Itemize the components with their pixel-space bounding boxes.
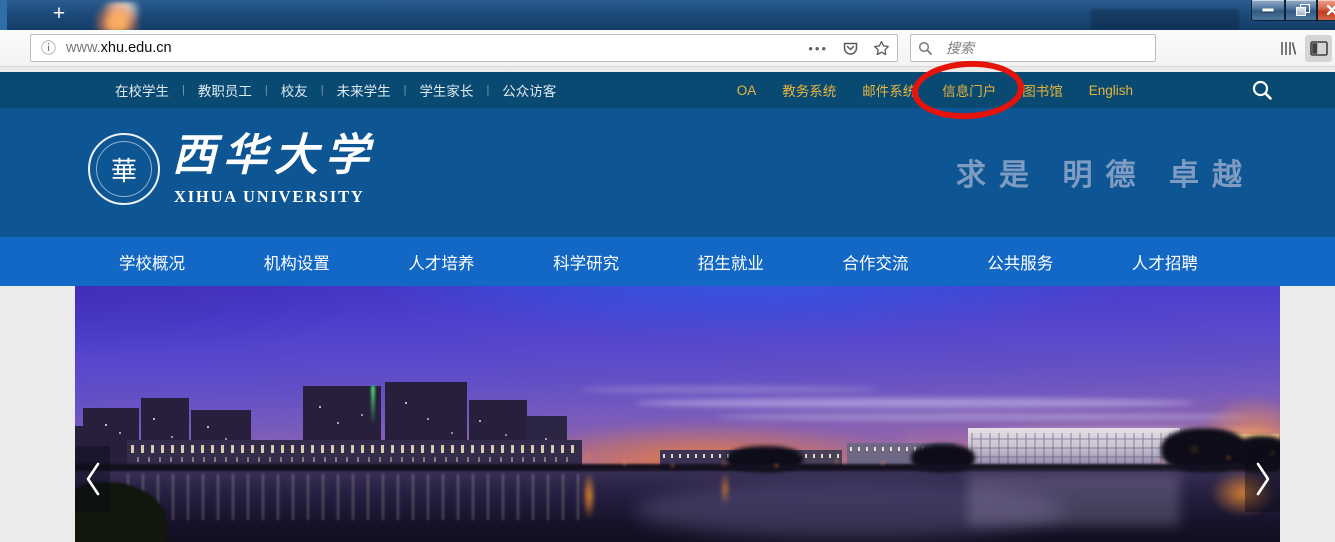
nav-item-admissions[interactable]: 招生就业: [698, 250, 764, 274]
nav-item-research[interactable]: 科学研究: [553, 250, 619, 274]
utility-link-visitors[interactable]: 公众访客: [502, 80, 556, 100]
search-icon: [911, 41, 940, 56]
site-header: 華 西华大学 XIHUA UNIVERSITY 求是 明德 卓越: [0, 108, 1335, 237]
utility-link-mail-system[interactable]: 邮件系统: [862, 80, 916, 100]
utility-link-academic-system[interactable]: 教务系统: [782, 80, 836, 100]
hero-light-reflections: [719, 472, 731, 516]
nav-item-recruitment[interactable]: 人才招聘: [1132, 250, 1198, 274]
utility-link-oa[interactable]: OA: [737, 83, 757, 98]
nav-item-public-service[interactable]: 公共服务: [987, 250, 1053, 274]
site-search-icon[interactable]: [1251, 79, 1273, 101]
aero-glass-shade: [1091, 9, 1239, 30]
site-info-icon[interactable]: ⓘ: [41, 41, 56, 56]
seal-character: 華: [111, 151, 137, 188]
nav-item-education[interactable]: 人才培养: [408, 250, 474, 274]
separator: |: [321, 84, 324, 96]
separator: |: [182, 84, 185, 96]
hero-light-reflections: [127, 474, 582, 520]
pocket-icon[interactable]: [835, 40, 866, 57]
utility-link-english[interactable]: English: [1089, 83, 1133, 98]
carousel-prev-button[interactable]: [75, 446, 110, 512]
minimize-button[interactable]: [1251, 0, 1285, 21]
nav-item-organization[interactable]: 机构设置: [264, 250, 330, 274]
page-actions-icon[interactable]: •••: [801, 41, 835, 56]
utility-nav: 在校学生 | 教职员工 | 校友 | 未来学生 | 学生家长 | 公众访客 OA…: [0, 72, 1335, 108]
browser-search-field[interactable]: 搜索: [910, 34, 1156, 62]
titlebar-accent: [0, 0, 7, 30]
separator: |: [265, 84, 268, 96]
hero-shoreline: [75, 464, 1280, 471]
separator: |: [486, 84, 489, 96]
utility-link-parents[interactable]: 学生家长: [419, 80, 473, 100]
nav-item-cooperation[interactable]: 合作交流: [843, 250, 909, 274]
university-motto: 求是 明德 卓越: [956, 150, 1255, 194]
hero-carousel-image: [75, 286, 1280, 542]
utility-link-prospective-students[interactable]: 未来学生: [337, 80, 391, 100]
firefox-logo-blur: [94, 2, 144, 30]
carousel-next-button[interactable]: [1245, 446, 1280, 512]
window-controls: [1251, 0, 1335, 21]
utility-link-alumni[interactable]: 校友: [281, 80, 308, 100]
close-button[interactable]: [1317, 0, 1335, 21]
main-nav: 学校概况 机构设置 人才培养 科学研究 招生就业 合作交流 公共服务 人才招聘: [75, 237, 1280, 286]
main-nav-band: 学校概况 机构设置 人才培养 科学研究 招生就业 合作交流 公共服务 人才招聘: [0, 237, 1335, 286]
hero-light-reflections: [581, 472, 597, 534]
hero-cloud: [580, 386, 880, 393]
sidebar-toggle-icon[interactable]: [1305, 35, 1332, 62]
hero-light-reflections: [968, 474, 1180, 526]
url-bar[interactable]: ⓘ www.xhu.edu.cn •••: [30, 34, 898, 62]
hero-green-light: [371, 386, 375, 424]
utility-link-faculty-staff[interactable]: 教职员工: [198, 80, 252, 100]
separator: |: [404, 84, 407, 96]
hero-cloud: [715, 413, 1255, 421]
utility-left-links: 在校学生 | 教职员工 | 校友 | 未来学生 | 学生家长 | 公众访客: [115, 80, 556, 100]
search-placeholder: 搜索: [946, 38, 974, 58]
library-icon[interactable]: [1274, 36, 1302, 61]
browser-toolbar: ⓘ www.xhu.edu.cn ••• 搜索: [0, 30, 1335, 67]
nav-item-about[interactable]: 学校概况: [119, 250, 185, 274]
restore-button[interactable]: [1285, 0, 1317, 21]
browser-titlebar: +: [0, 0, 1335, 30]
hero-orange-lights: [75, 286, 78, 289]
utility-link-library[interactable]: 图书馆: [1022, 80, 1063, 100]
hero-cloud: [635, 398, 1195, 408]
url-text[interactable]: www.xhu.edu.cn: [66, 40, 172, 56]
new-tab-button[interactable]: +: [44, 0, 74, 29]
university-seal-logo[interactable]: 華: [88, 133, 160, 205]
browser-window: + ⓘ www.xhu.edu.cn ••• 搜索: [0, 0, 1335, 542]
university-name-en: XIHUA UNIVERSITY: [174, 187, 365, 207]
utility-link-current-students[interactable]: 在校学生: [115, 80, 169, 100]
university-name-cn[interactable]: 西华大学: [172, 132, 376, 180]
bookmark-star-icon[interactable]: [866, 40, 897, 57]
